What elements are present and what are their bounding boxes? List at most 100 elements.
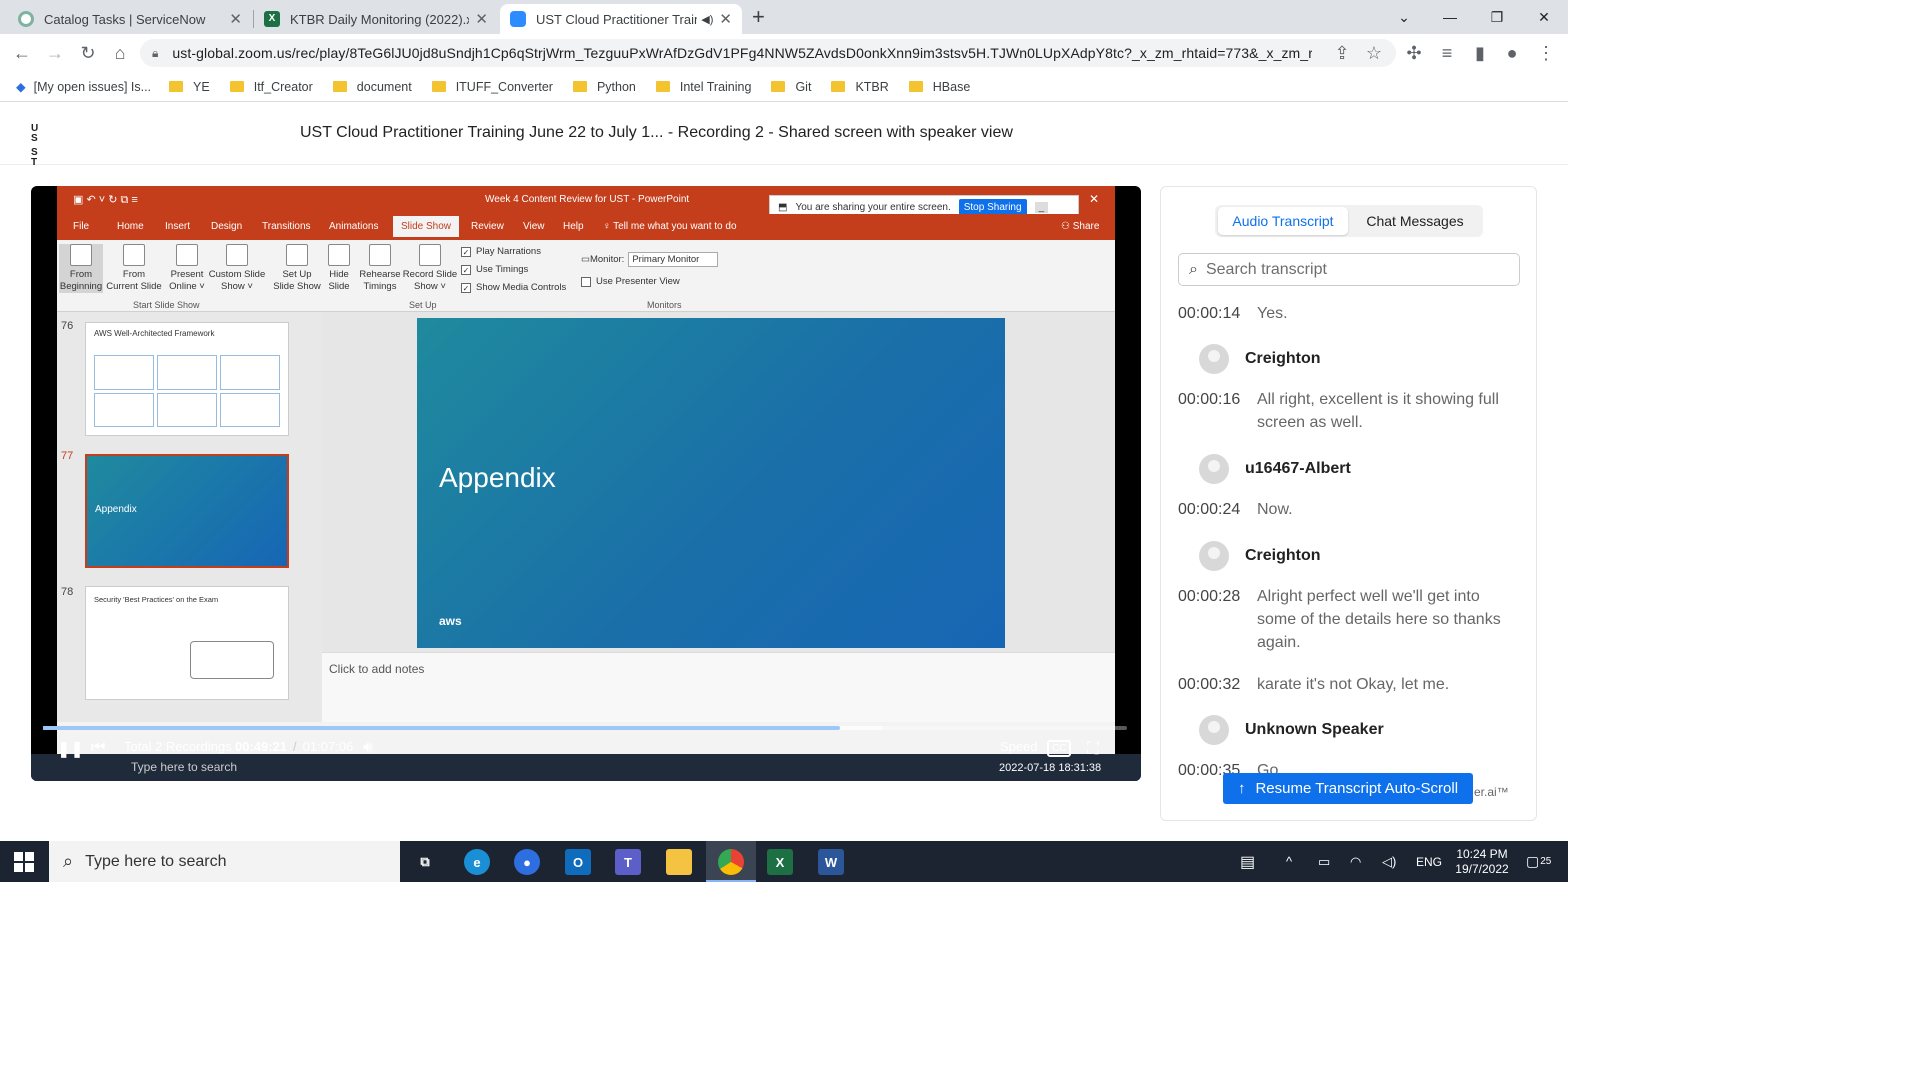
avatar [1199,715,1229,745]
monitor-select: ▭ Monitor: Primary Monitor [581,252,719,267]
battery-icon[interactable]: ▭ [1318,841,1330,882]
profile-avatar-icon[interactable]: ● [1500,41,1524,65]
close-window-icon[interactable]: ✕ [1521,0,1567,34]
video-player[interactable]: ▣ ↶ ˅ ↻ ⧉ ≡ Week 4 Content Review for US… [31,186,1141,781]
resume-auto-scroll-button[interactable]: ↑ Resume Transcript Auto-Scroll [1223,773,1473,804]
ust-logo[interactable]: U S S T [31,124,53,168]
bookmark-item[interactable]: ◆ [My open issues] Is... [16,79,151,95]
folder-icon [831,81,846,92]
speed-button[interactable]: Speed [1000,739,1038,754]
present-online-button: Present Online ˅ [165,244,209,293]
tab-audio-transcript[interactable]: Audio Transcript [1218,207,1348,235]
show-hidden-icons-icon[interactable]: ^ [1286,841,1292,882]
extensions-icon[interactable]: ✣ [1402,41,1426,65]
playback-progress-bar[interactable] [43,726,1127,730]
speaker-audio-icon[interactable]: ◀) [701,13,713,26]
tab-servicenow[interactable]: Catalog Tasks | ServiceNow ✕ [8,4,252,34]
tab-zoom-recording[interactable]: UST Cloud Practitioner Training ◀) ✕ [500,4,742,34]
bookmark-folder[interactable]: KTBR [831,80,889,94]
bookmark-folder[interactable]: YE [169,80,210,94]
aws-logo: aws [439,614,462,628]
url-bar[interactable]: 🔒︎ ust-global.zoom.us/rec/play/8TeG6lJU0… [140,39,1396,67]
new-tab-icon[interactable]: + [752,4,765,30]
total-recordings[interactable]: Total 2 Recordings [124,739,232,754]
close-tab-icon[interactable]: ✕ [719,10,732,28]
search-icon: ⌕ [1189,260,1198,278]
clock[interactable]: 10:24 PM 19/7/2022 [1452,841,1512,882]
stop-sharing-button: Stop Sharing [958,198,1027,216]
edge-icon[interactable]: e [464,849,490,875]
from-current-slide-button: From Current Slide [105,244,163,293]
tab-search-icon[interactable]: ⌄ [1381,0,1427,34]
tab-ktbr-excel[interactable]: X KTBR Daily Monitoring (2022).xlsx ✕ [254,4,498,34]
ppt-ribbon-tabs: File Home Insert Design Transitions Anim… [57,214,1115,240]
reload-icon[interactable]: ↻ [76,41,100,65]
volume-icon[interactable]: ◁) [1382,841,1396,882]
ppt-tab-slide-show: Slide Show [393,216,460,237]
bookmark-folder[interactable]: HBase [908,80,970,94]
slide-thumbnail: AWS Well-Architected Framework [85,322,289,436]
media-control-icon[interactable]: ≡ [1435,41,1459,65]
page-title: UST Cloud Practitioner Training June 22 … [300,124,1013,141]
language-indicator[interactable]: ENG [1416,841,1442,882]
wifi-icon[interactable]: ◠ [1350,841,1361,882]
task-view-icon[interactable]: ⧉ [412,849,438,875]
restore-icon[interactable]: ❐ [1474,0,1520,34]
closed-captions-icon[interactable]: CC [1047,740,1072,757]
bookmark-folder[interactable]: Itf_Creator [229,80,313,94]
menu-kebab-icon[interactable]: ⋮ [1534,41,1558,65]
folder-icon [169,81,184,92]
monitor-icon: ▭ [581,254,590,265]
recording-header: U S S T UST Cloud Practitioner Training … [0,103,1568,168]
fullscreen-icon[interactable]: ⛶ [1087,739,1099,759]
avatar [1199,541,1229,571]
outlook-icon[interactable]: O [565,849,591,875]
ppt-tab-file: File [73,221,90,232]
file-explorer-icon[interactable] [666,849,692,875]
back-icon[interactable]: ← [10,41,34,65]
browser-tab-bar: Catalog Tasks | ServiceNow ✕ X KTBR Dail… [0,0,1568,34]
lock-icon: 🔒︎ [152,45,159,60]
bookmark-folder[interactable]: Intel Training [655,80,751,94]
folder-icon [771,81,786,92]
forward-icon[interactable]: → [43,41,67,65]
volume-button[interactable]: 🔊︎ [363,739,373,757]
otter-credit: er.ai™ [1474,785,1509,799]
transcript-entry[interactable]: 00:00:32 karate it's not Okay, let me. [1178,673,1518,696]
chrome-icon[interactable] [718,849,744,875]
notifications-icon[interactable]: ▢ 25 [1526,841,1551,882]
share-page-icon[interactable]: ⇪ [1330,41,1354,65]
taskbar-search-box[interactable]: ⌕ Type here to search [49,841,400,882]
search-transcript-input[interactable]: ⌕ Search transcript [1178,253,1520,286]
shared-powerpoint-window: ▣ ↶ ˅ ↻ ⧉ ≡ Week 4 Content Review for US… [57,186,1115,781]
transcript-entry[interactable]: 00:00:14 Yes. [1178,302,1518,325]
excel-icon[interactable]: X [767,849,793,875]
custom-slide-show-button: Custom Slide Show ˅ [207,244,267,293]
close-tab-icon[interactable]: ✕ [229,10,242,28]
slideshow-icon [70,244,92,266]
bookmark-folder[interactable]: ITUFF_Converter [431,80,553,94]
bookmark-folder[interactable]: Git [771,80,811,94]
close-tab-icon[interactable]: ✕ [475,10,488,28]
news-icon[interactable]: ▤ [1240,841,1255,882]
minimize-icon[interactable]: — [1427,0,1473,34]
bookmark-star-icon[interactable]: ☆ [1362,41,1386,65]
windows-start-icon[interactable] [14,852,34,872]
pause-button[interactable]: ❚❚ [57,739,84,759]
slide-number: 77 [61,450,74,462]
home-icon[interactable]: ⌂ [108,41,132,65]
transcript-entry[interactable]: 00:00:16 All right, excellent is it showi… [1178,388,1518,434]
bookmark-folder[interactable]: document [332,80,412,94]
tab-chat-messages[interactable]: Chat Messages [1350,207,1480,235]
word-icon[interactable]: W [818,849,844,875]
maps-icon[interactable]: ● [514,849,540,875]
transcript-entry[interactable]: 00:00:28 Alright perfect well we'll get i… [1178,585,1518,654]
servicenow-icon [18,11,34,27]
teams-icon[interactable]: T [615,849,641,875]
group-start-slide-show: Start Slide Show [133,300,200,310]
transcript-entry[interactable]: 00:00:24 Now. [1178,498,1518,521]
player-controls: ❚❚ ⏮︎ Total 2 Recordings 00:49:21 / 01:0… [43,713,1127,763]
skip-back-button[interactable]: ⏮︎ [91,739,105,757]
bookmark-folder[interactable]: Python [572,80,636,94]
side-panel-icon[interactable]: ▮ [1468,41,1492,65]
